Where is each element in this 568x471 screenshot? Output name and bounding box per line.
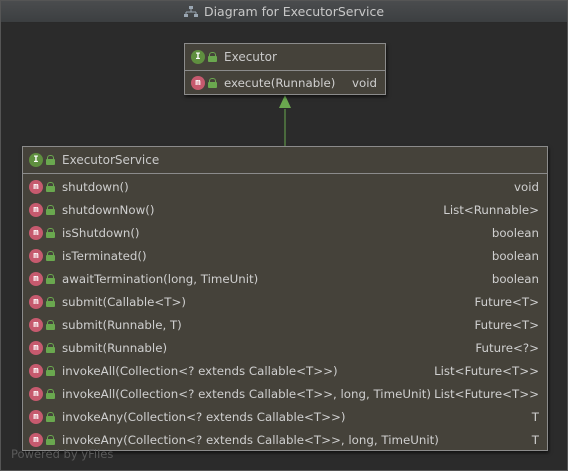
method-return-type: boolean (491, 248, 539, 263)
public-lock-icon (46, 296, 55, 307)
method-return-type: T (531, 409, 539, 424)
method-badge-icon: m (29, 432, 43, 447)
executor-service-node[interactable]: I ExecutorService m shutdown() void m sh… (22, 146, 548, 451)
method-row[interactable]: m invokeAll(Collection<? extends Callabl… (23, 359, 547, 382)
method-signature: invokeAny(Collection<? extends Callable<… (62, 432, 439, 447)
method-badge-icon: m (29, 294, 43, 309)
node-title: Executor (224, 50, 277, 64)
method-row[interactable]: m isShutdown() boolean (23, 221, 547, 244)
method-badge-icon: m (29, 248, 43, 263)
method-return-type: List<Runnable> (443, 202, 539, 217)
public-lock-icon (46, 273, 55, 284)
method-return-type: List<Future<T>> (434, 386, 539, 401)
method-badge-icon: m (29, 363, 43, 378)
method-row[interactable]: m shutdown() void (23, 175, 547, 198)
method-signature: awaitTermination(long, TimeUnit) (62, 271, 259, 286)
yfiles-watermark: Powered by yFiles (11, 447, 114, 461)
public-lock-icon (208, 52, 217, 62)
inheritance-arrowhead (279, 95, 291, 108)
public-lock-icon (46, 181, 55, 192)
method-signature: shutdownNow() (62, 202, 155, 217)
method-return-type: boolean (491, 225, 539, 240)
diagram-window: Diagram for ExecutorService I Executor m… (0, 0, 568, 471)
node-header[interactable]: I ExecutorService (23, 147, 547, 174)
method-badge-icon: m (29, 340, 43, 355)
public-lock-icon (46, 155, 55, 165)
public-lock-icon (46, 388, 55, 399)
method-signature: invokeAll(Collection<? extends Callable<… (62, 363, 338, 378)
method-badge-icon: m (29, 317, 43, 332)
public-lock-icon (46, 227, 55, 238)
method-row[interactable]: m invokeAny(Collection<? extends Callabl… (23, 405, 547, 428)
method-signature: submit(Callable<T>) (62, 294, 186, 309)
method-return-type: void (514, 179, 539, 194)
method-row[interactable]: m isTerminated() boolean (23, 244, 547, 267)
method-signature: submit(Runnable, T) (62, 317, 182, 332)
method-row[interactable]: m awaitTermination(long, TimeUnit) boole… (23, 267, 547, 290)
method-badge-icon: m (191, 75, 205, 90)
method-badge-icon: m (29, 179, 43, 194)
public-lock-icon (46, 365, 55, 376)
node-title: ExecutorService (62, 153, 160, 167)
interface-badge-icon: I (191, 50, 205, 64)
method-badge-icon: m (29, 271, 43, 286)
method-signature: isShutdown() (62, 225, 140, 240)
method-badge-icon: m (29, 409, 43, 424)
public-lock-icon (46, 411, 55, 422)
method-signature: isTerminated() (62, 248, 147, 263)
method-row[interactable]: m execute(Runnable) void (185, 71, 385, 94)
public-lock-icon (46, 342, 55, 353)
method-signature: execute(Runnable) (224, 75, 336, 90)
method-signature: invokeAll(Collection<? extends Callable<… (62, 386, 431, 401)
method-return-type: T (531, 432, 539, 447)
public-lock-icon (208, 77, 217, 88)
method-return-type: Future<?> (475, 340, 539, 355)
method-signature: invokeAny(Collection<? extends Callable<… (62, 409, 346, 424)
method-row[interactable]: m submit(Runnable) Future<?> (23, 336, 547, 359)
method-signature: submit(Runnable) (62, 340, 168, 355)
method-badge-icon: m (29, 202, 43, 217)
node-header[interactable]: I Executor (185, 44, 385, 71)
public-lock-icon (46, 434, 55, 445)
method-return-type: List<Future<T>> (434, 363, 539, 378)
public-lock-icon (46, 204, 55, 215)
method-return-type: boolean (491, 271, 539, 286)
method-row[interactable]: m submit(Runnable, T) Future<T> (23, 313, 547, 336)
method-badge-icon: m (29, 225, 43, 240)
method-row[interactable]: m invokeAll(Collection<? extends Callabl… (23, 382, 547, 405)
method-row[interactable]: m shutdownNow() List<Runnable> (23, 198, 547, 221)
method-row[interactable]: m submit(Callable<T>) Future<T> (23, 290, 547, 313)
public-lock-icon (46, 319, 55, 330)
executor-node[interactable]: I Executor m execute(Runnable) void (184, 43, 386, 95)
method-signature: shutdown() (62, 179, 129, 194)
interface-badge-icon: I (29, 153, 43, 167)
method-return-type: void (352, 75, 377, 90)
method-badge-icon: m (29, 386, 43, 401)
method-return-type: Future<T> (474, 317, 539, 332)
public-lock-icon (46, 250, 55, 261)
method-return-type: Future<T> (474, 294, 539, 309)
